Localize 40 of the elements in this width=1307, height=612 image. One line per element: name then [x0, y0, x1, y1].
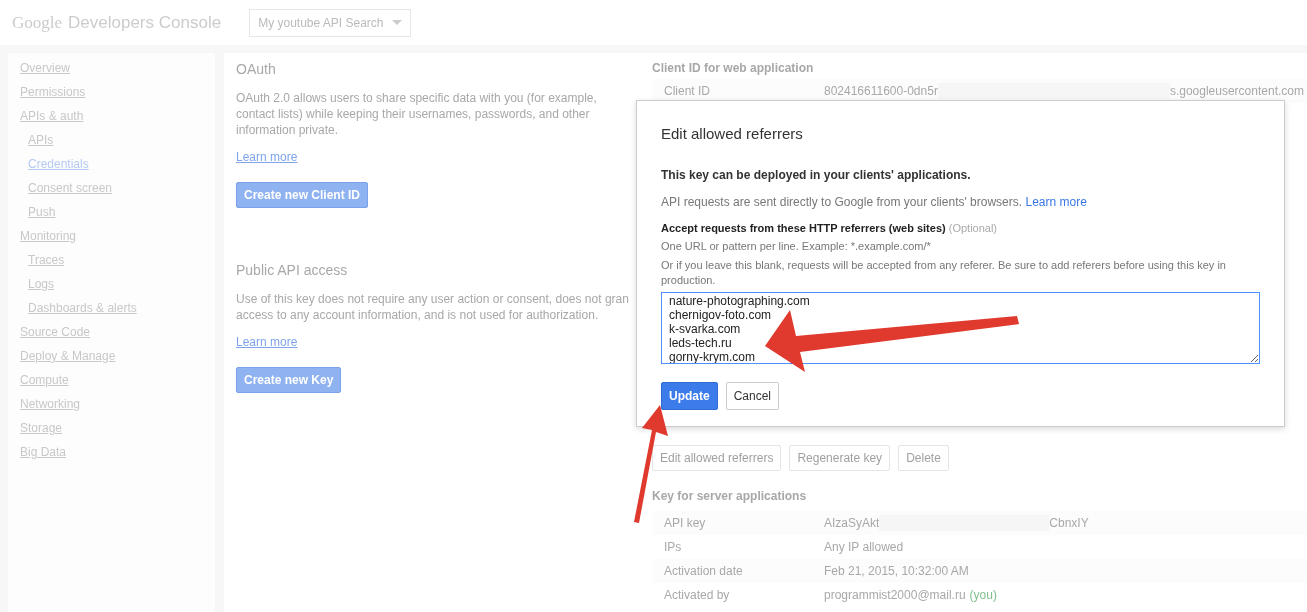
- project-dropdown[interactable]: My youtube API Search: [249, 8, 411, 37]
- referrers-field[interactable]: nature-photographing.com chernigov-foto.com k-svarka.com leds-tech.ru gorny-krym.com: [661, 292, 1260, 364]
- update-button[interactable]: Update: [661, 382, 718, 410]
- row-label: API key: [664, 515, 707, 532]
- learn-more-link[interactable]: Learn more: [236, 148, 298, 166]
- row-value: s.googleusercontent.com: [1169, 83, 1304, 100]
- key-action-button[interactable]: Edit allowed referrers: [652, 445, 782, 471]
- section-description: Use of this key does not require any user action or consent, does not gran access to any account information, and is not used for authorization.: [236, 291, 630, 323]
- dialog-lead-text: This key can be deployed in your clients' applications.: [661, 166, 972, 184]
- info-text: API requests are sent directly to Google from your clients' browsers.: [661, 194, 1024, 209]
- section-title: Client ID for web application: [652, 60, 815, 77]
- caret-icon: [391, 20, 402, 25]
- hint-text: One URL or pattern per line. Example: *.example.com/*: [661, 239, 932, 254]
- row-value: AIzaSyAkt: [824, 515, 880, 532]
- row-value: Feb 21, 2015, 10:32:00 AM: [824, 563, 969, 580]
- learn-more-link[interactable]: Learn more: [236, 333, 298, 351]
- section-description: OAuth 2.0 allows users to share specific data with you (for example, contact lists) while keeping their usernames, passwords, and other information private.: [236, 90, 598, 138]
- row-label: Activation date: [664, 563, 744, 580]
- create-button[interactable]: Create new Client ID: [236, 182, 369, 208]
- field-label: Accept requests from these HTTP referrers (web sites): [661, 221, 947, 234]
- learn-more-link[interactable]: Learn more: [1025, 194, 1087, 209]
- section-title: OAuth: [236, 60, 277, 79]
- section-title: Key for server applications: [652, 488, 808, 505]
- sidebar-item[interactable]: Credentials: [20, 155, 215, 179]
- row-label: Client ID: [664, 83, 711, 100]
- key-action-button[interactable]: Delete: [898, 445, 949, 471]
- owner-note: (you): [969, 587, 997, 604]
- row-value: programmist2000@mail.ru: [824, 587, 966, 604]
- row-value: 802416611600-0dn5r: [824, 83, 938, 100]
- create-button[interactable]: Create new Key: [236, 367, 342, 393]
- row-label: IPs: [664, 539, 683, 556]
- hint-text: Or if you leave this blank, requests will be accepted from any referer. Be sure to add referers before using this key in production.: [661, 258, 1227, 288]
- row-label: Activated by: [664, 587, 731, 604]
- section-title: Public API access: [236, 261, 349, 280]
- row-value: CbnxIY: [1049, 515, 1089, 532]
- row-value: Any IP allowed: [824, 539, 904, 556]
- cancel-button[interactable]: Cancel: [725, 382, 780, 410]
- key-action-button[interactable]: Regenerate key: [789, 445, 891, 471]
- optional-label: (Optional): [948, 221, 998, 234]
- dialog-title: Edit allowed referrers: [661, 124, 804, 144]
